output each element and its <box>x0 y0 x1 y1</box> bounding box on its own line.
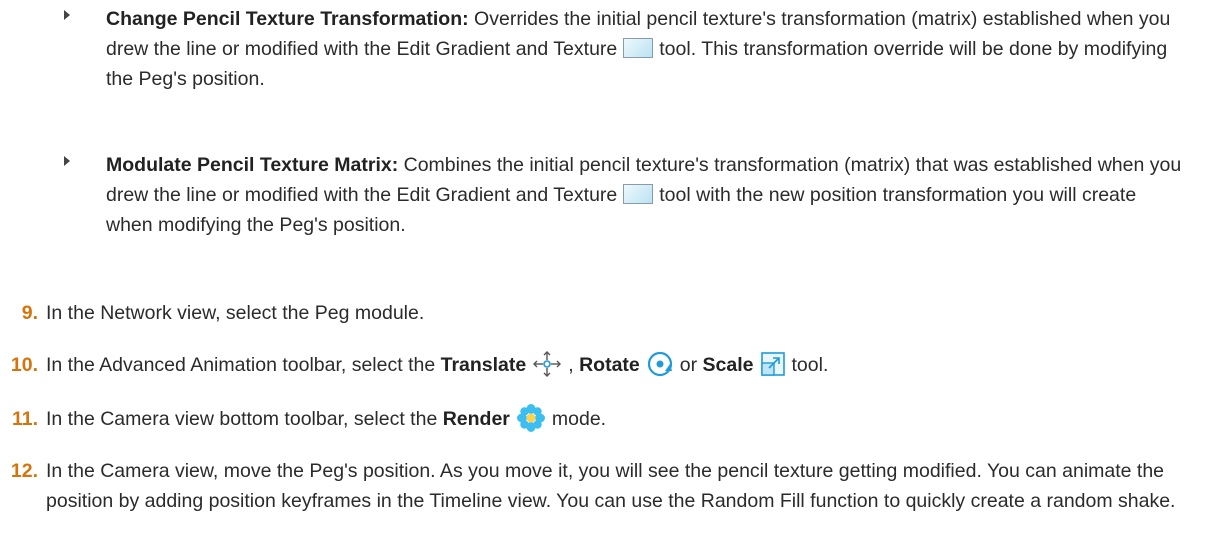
step-9: 9. In the Network view, select the Peg m… <box>0 298 1200 328</box>
step-text: In the Network view, select the Peg modu… <box>46 302 425 324</box>
step-text: In the Advanced Animation toolbar, selec… <box>46 350 1200 380</box>
render-mode-icon <box>516 403 545 432</box>
bullet-item-change-texture: Change Pencil Texture Transformation: Ov… <box>64 4 1184 94</box>
bullet-title: Change Pencil Texture Transformation: <box>106 8 469 30</box>
bullet-title: Modulate Pencil Texture Matrix: <box>106 154 399 176</box>
step-number: 9. <box>21 302 38 324</box>
bullet-item-modulate-matrix: Modulate Pencil Texture Matrix: Combines… <box>64 150 1184 240</box>
document: Change Pencil Texture Transformation: Ov… <box>0 0 1215 539</box>
step-number: 11. <box>11 408 38 430</box>
step-number: 10. <box>10 354 38 376</box>
step-text: In the Camera view, move the Peg's posit… <box>46 460 1176 512</box>
step-11: 11. In the Camera view bottom toolbar, s… <box>0 403 1200 435</box>
scale-label: Scale <box>702 354 754 376</box>
step-text-part: mode. <box>551 408 607 430</box>
bullet-text: Change Pencil Texture Transformation: Ov… <box>106 4 1184 94</box>
bullet-marker <box>64 10 70 20</box>
step-12: 12. In the Camera view, move the Peg's p… <box>0 456 1200 516</box>
edit-gradient-texture-icon <box>623 37 654 58</box>
rotate-icon <box>647 351 672 376</box>
translate-icon <box>533 350 562 377</box>
step-text-part: or <box>679 354 703 376</box>
step-10: 10. In the Advanced Animation toolbar, s… <box>0 350 1200 380</box>
edit-gradient-texture-icon <box>623 183 654 204</box>
rotate-label: Rotate <box>579 354 640 376</box>
render-label: Render <box>442 408 510 430</box>
translate-label: Translate <box>440 354 527 376</box>
step-text-part: tool. <box>791 354 829 376</box>
bullet-text: Modulate Pencil Texture Matrix: Combines… <box>106 150 1184 240</box>
bullet-marker <box>64 156 70 166</box>
scale-icon <box>760 352 785 376</box>
step-text: In the Camera view bottom toolbar, selec… <box>46 403 1200 435</box>
step-number: 12. <box>10 460 38 482</box>
step-text-part: In the Camera view bottom toolbar, selec… <box>46 408 443 430</box>
step-text-part: , <box>568 354 580 376</box>
step-text-part: In the Advanced Animation toolbar, selec… <box>46 354 441 376</box>
